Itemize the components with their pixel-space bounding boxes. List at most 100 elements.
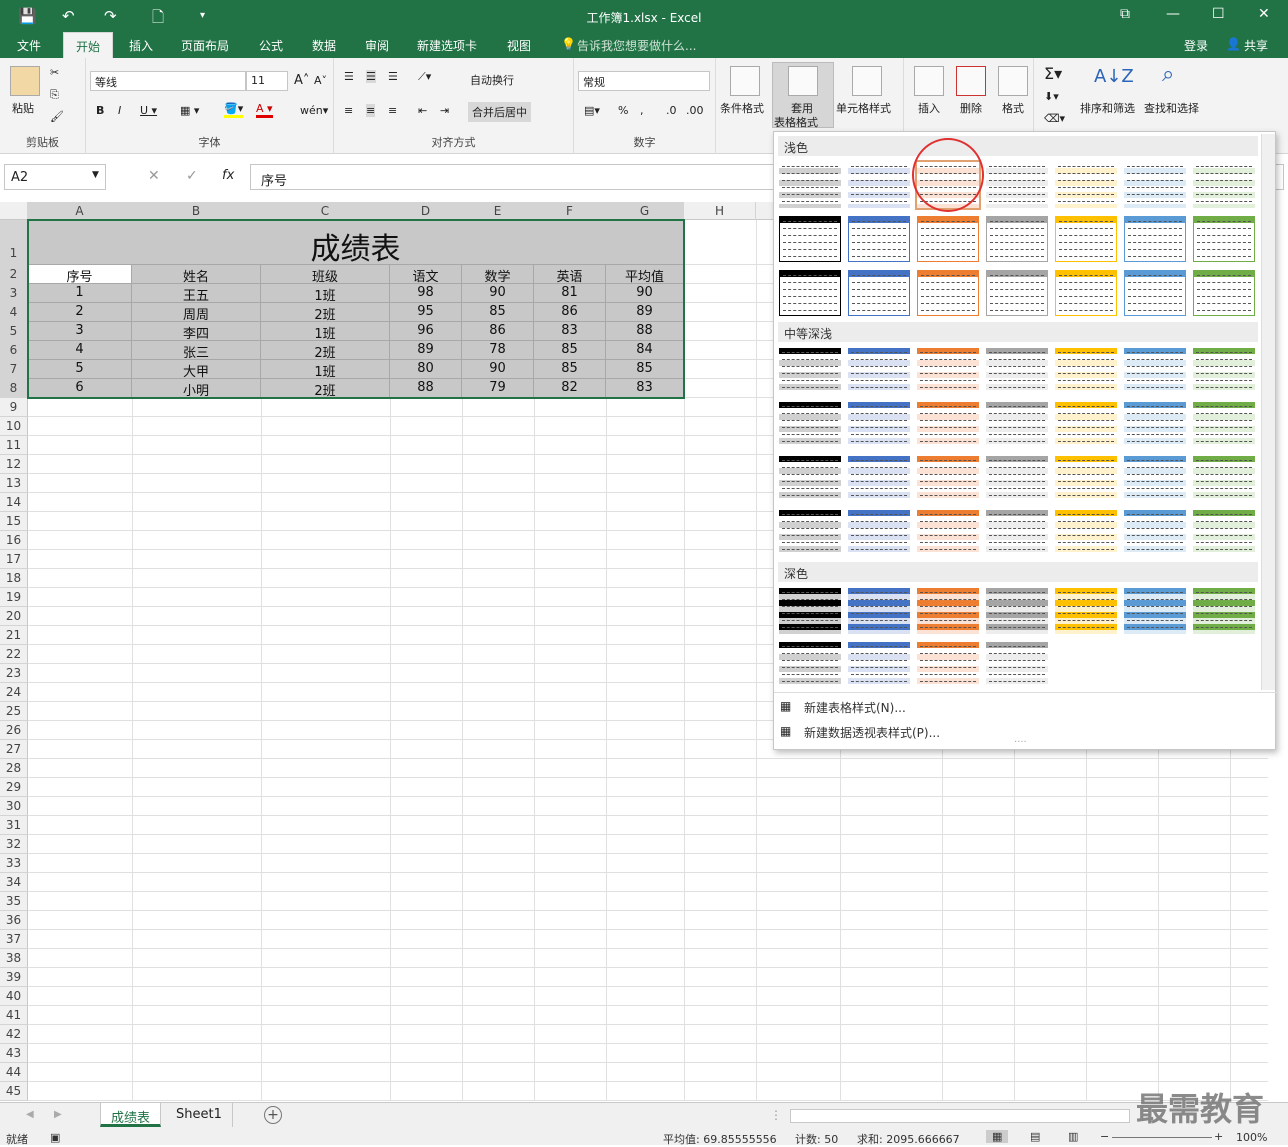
row-header[interactable]: 5	[0, 322, 28, 341]
data-cell[interactable]: 80	[390, 360, 462, 379]
table-style-swatch[interactable]	[1124, 348, 1186, 394]
table-style-swatch[interactable]	[1193, 162, 1255, 208]
italic-button[interactable]: I	[118, 104, 121, 117]
decrease-decimal-icon[interactable]: .00	[686, 104, 704, 117]
table-style-swatch[interactable]	[986, 348, 1048, 394]
table-style-swatch[interactable]	[1055, 162, 1117, 208]
table-style-swatch[interactable]	[1055, 216, 1117, 262]
table-style-swatch[interactable]	[848, 162, 910, 208]
macro-record-icon[interactable]: ▣	[50, 1131, 60, 1144]
data-cell[interactable]: 98	[390, 284, 462, 303]
row-header[interactable]: 28	[0, 759, 28, 778]
row-header[interactable]: 44	[0, 1063, 28, 1082]
data-cell[interactable]: 81	[534, 284, 606, 303]
data-cell[interactable]: 88	[606, 322, 684, 341]
table-style-swatch[interactable]	[1124, 216, 1186, 262]
header-cell[interactable]: 序号	[28, 265, 132, 285]
format-as-table-icon[interactable]	[788, 66, 818, 96]
data-cell[interactable]: 88	[390, 379, 462, 398]
data-cell[interactable]: 2	[28, 303, 132, 322]
header-cell[interactable]: 英语	[534, 265, 606, 285]
font-name-select[interactable]: 等线	[90, 71, 246, 91]
number-format-select[interactable]: 常规	[578, 71, 710, 91]
table-title-cell[interactable]: 成绩表	[28, 220, 684, 267]
row-header[interactable]: 33	[0, 854, 28, 873]
table-style-swatch[interactable]	[1124, 588, 1186, 634]
tab-data[interactable]: 数据	[312, 37, 336, 54]
data-cell[interactable]: 王五	[132, 284, 261, 304]
table-style-swatch[interactable]	[917, 402, 979, 448]
tab-insert[interactable]: 插入	[129, 37, 153, 54]
data-cell[interactable]: 1班	[261, 322, 390, 342]
table-style-swatch[interactable]	[1193, 270, 1255, 316]
row-header[interactable]: 45	[0, 1082, 28, 1101]
data-cell[interactable]: 4	[28, 341, 132, 360]
cut-icon[interactable]: ✂	[50, 66, 59, 79]
row-header[interactable]: 11	[0, 436, 28, 455]
border-icon[interactable]: ▦ ▾	[180, 104, 199, 117]
percent-icon[interactable]: %	[618, 104, 628, 117]
table-style-swatch[interactable]	[1124, 162, 1186, 208]
format-painter-icon[interactable]: 🖌	[50, 110, 64, 123]
data-cell[interactable]: 86	[462, 322, 534, 341]
table-style-swatch[interactable]	[1124, 510, 1186, 556]
table-style-swatch[interactable]	[779, 510, 841, 556]
table-style-swatch[interactable]	[1193, 348, 1255, 394]
font-size-select[interactable]: 11	[246, 71, 288, 91]
page-layout-view-icon[interactable]: ▤	[1030, 1130, 1040, 1143]
table-style-swatch[interactable]	[848, 402, 910, 448]
data-cell[interactable]: 96	[390, 322, 462, 341]
zoom-slider[interactable]	[1112, 1137, 1212, 1138]
table-style-swatch[interactable]	[986, 588, 1048, 634]
row-header[interactable]: 3	[0, 284, 28, 303]
table-style-swatch[interactable]	[779, 162, 841, 208]
row-header[interactable]: 13	[0, 474, 28, 493]
row-header[interactable]: 4	[0, 303, 28, 322]
table-style-swatch[interactable]	[1193, 456, 1255, 502]
conditional-format-button[interactable]: 条件格式	[720, 100, 764, 116]
data-cell[interactable]: 89	[606, 303, 684, 322]
row-header[interactable]: 41	[0, 1006, 28, 1025]
phonetic-icon[interactable]: wén▾	[300, 104, 328, 117]
table-style-swatch[interactable]	[1055, 402, 1117, 448]
find-icon[interactable]: ⌕	[1162, 62, 1174, 87]
zoom-out-icon[interactable]: −	[1100, 1130, 1109, 1143]
paste-button[interactable]: 粘贴	[12, 100, 34, 116]
table-style-swatch[interactable]	[848, 456, 910, 502]
row-header[interactable]: 43	[0, 1044, 28, 1063]
table-style-swatch[interactable]	[986, 456, 1048, 502]
merge-center-button[interactable]: 合并后居中	[468, 102, 531, 122]
table-style-swatch[interactable]	[1055, 510, 1117, 556]
table-style-swatch[interactable]	[1193, 510, 1255, 556]
data-cell[interactable]: 周周	[132, 303, 261, 323]
gallery-scrollbar[interactable]	[1261, 134, 1275, 690]
table-style-swatch[interactable]	[1124, 402, 1186, 448]
row-header[interactable]: 17	[0, 550, 28, 569]
name-box[interactable]: A2	[4, 164, 106, 190]
row-header[interactable]: 9	[0, 398, 28, 417]
data-cell[interactable]: 李四	[132, 322, 261, 342]
tab-page-layout[interactable]: 页面布局	[181, 37, 229, 54]
sort-filter-button[interactable]: 排序和筛选	[1080, 100, 1135, 116]
table-style-swatch[interactable]	[917, 588, 979, 634]
share-button[interactable]: 共享	[1244, 37, 1268, 54]
prev-sheet-icon[interactable]: ◀	[26, 1109, 34, 1120]
cell-styles-button[interactable]: 单元格样式	[836, 100, 891, 116]
select-all-corner[interactable]	[0, 202, 28, 220]
bold-button[interactable]: B	[96, 104, 104, 117]
insert-function-button[interactable]: fx	[222, 168, 234, 183]
resize-grip[interactable]: ····	[1014, 737, 1027, 748]
table-style-swatch[interactable]	[848, 348, 910, 394]
delete-cells-button[interactable]: 删除	[960, 100, 982, 116]
align-left-icon[interactable]: ≡	[344, 104, 353, 117]
row-header[interactable]: 23	[0, 664, 28, 683]
header-cell[interactable]: 平均值	[606, 265, 684, 285]
data-cell[interactable]: 小明	[132, 379, 261, 399]
row-header[interactable]: 21	[0, 626, 28, 645]
data-cell[interactable]: 大甲	[132, 360, 261, 380]
data-cell[interactable]: 3	[28, 322, 132, 341]
table-style-swatch[interactable]	[1124, 270, 1186, 316]
row-header[interactable]: 18	[0, 569, 28, 588]
horizontal-scrollbar[interactable]	[790, 1109, 1130, 1123]
table-style-swatch[interactable]	[986, 162, 1048, 208]
